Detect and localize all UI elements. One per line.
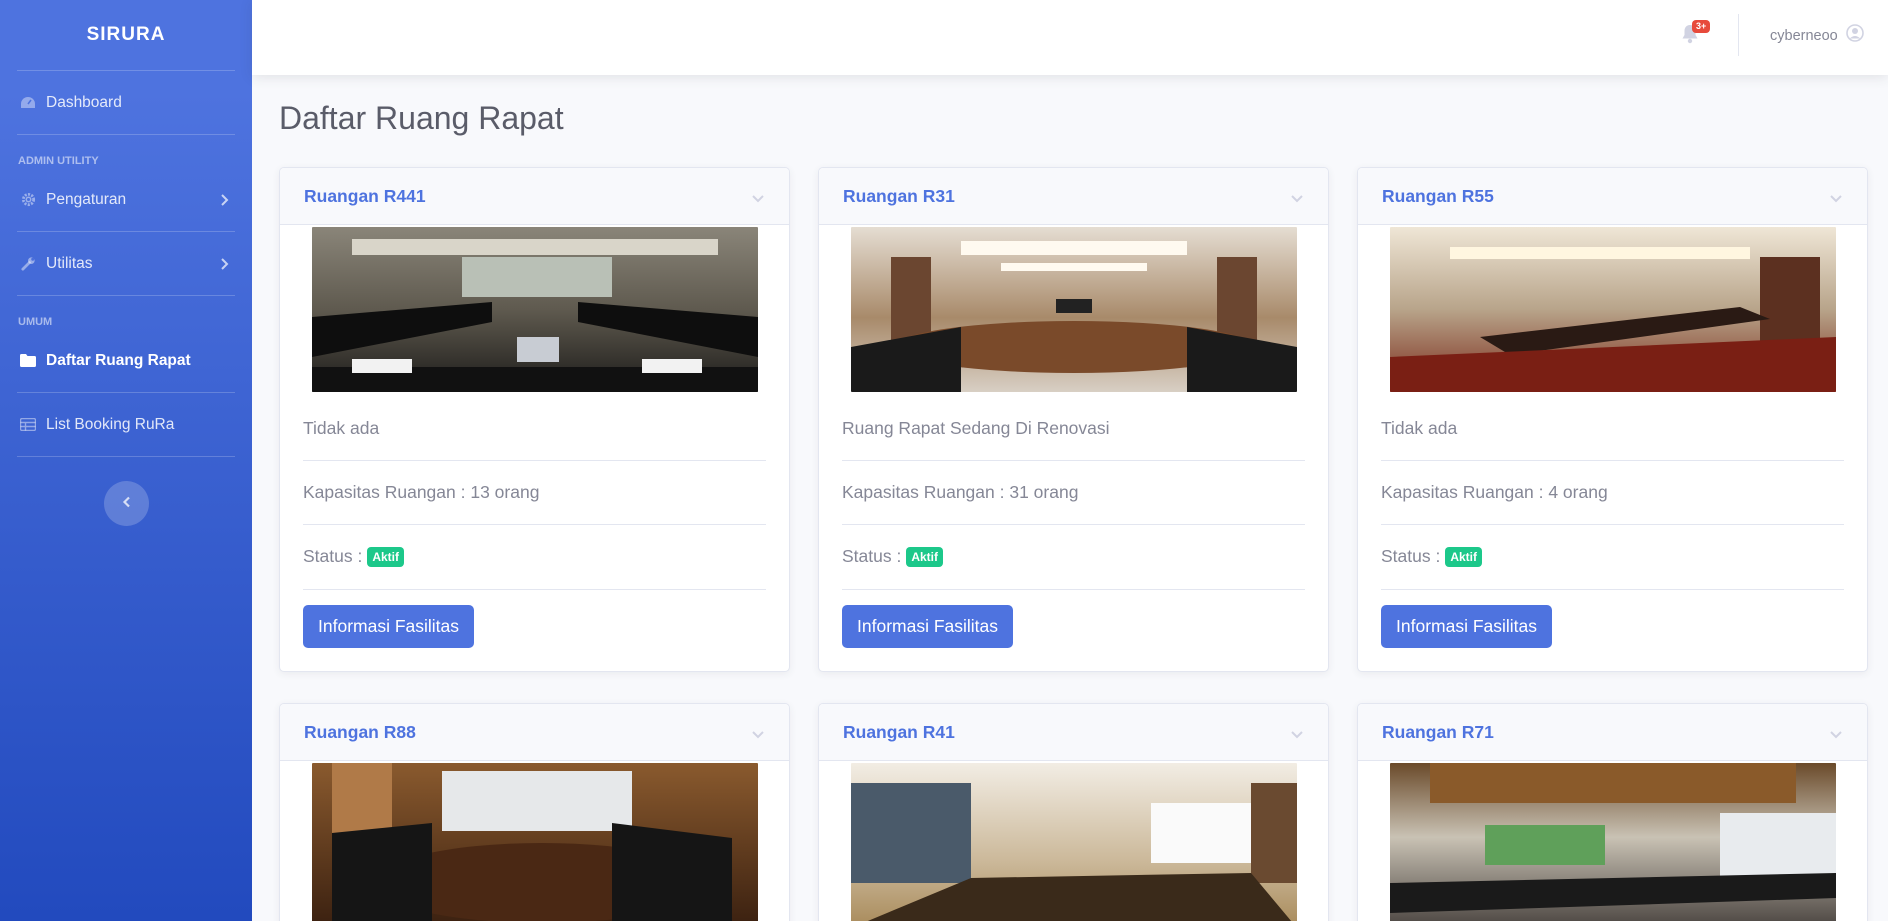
room-card: Ruangan R31 Ruang Rapat Sedang Di Renova…: [818, 167, 1329, 672]
room-image: [850, 763, 1297, 921]
room-status-row: Status : Aktif: [842, 525, 1305, 590]
gear-icon: [19, 191, 37, 209]
room-description: Ruang Rapat Sedang Di Renovasi: [842, 392, 1305, 461]
room-image: [311, 227, 758, 392]
sidebar-item-label: Daftar Ruang Rapat: [46, 351, 191, 369]
brand-logo[interactable]: SIRURA: [0, 0, 252, 70]
room-name: Ruangan R41: [843, 721, 955, 742]
chevron-down-icon[interactable]: [1829, 727, 1843, 739]
user-dropdown[interactable]: cyberneoo: [1770, 24, 1864, 47]
sidebar-item-list-booking[interactable]: List Booking RuRa: [0, 393, 252, 456]
user-circle-icon: [1845, 24, 1864, 47]
page-title: Daftar Ruang Rapat: [279, 100, 564, 136]
sidebar-item-label: Pengaturan: [46, 190, 127, 208]
sidebar-item-label: Utilitas: [46, 254, 93, 272]
card-header[interactable]: Ruangan R88: [280, 704, 789, 761]
room-card: Ruangan R88: [279, 703, 790, 921]
room-description: Tidak ada: [1381, 392, 1844, 461]
card-header[interactable]: Ruangan R441: [280, 168, 789, 225]
facility-info-button[interactable]: Informasi Fasilitas: [303, 605, 475, 648]
room-image: [1389, 763, 1836, 921]
tachometer-icon: [19, 94, 37, 112]
facility-info-button[interactable]: Informasi Fasilitas: [1381, 605, 1553, 648]
room-card: Ruangan R55 Tidak ada Kapasitas Ruangan …: [1357, 167, 1868, 672]
table-icon: [19, 416, 37, 434]
sidebar-item-label: List Booking RuRa: [46, 415, 175, 433]
status-badge: Aktif: [1445, 546, 1483, 567]
room-card: Ruangan R71: [1357, 703, 1868, 921]
chevron-left-icon: [122, 495, 132, 513]
status-label: Status :: [303, 546, 363, 566]
sidebar-toggle-button[interactable]: [104, 481, 149, 526]
status-badge: Aktif: [367, 546, 405, 567]
sidebar-heading-admin: Admin Utility: [18, 155, 99, 167]
room-name: Ruangan R55: [1382, 185, 1494, 206]
room-image: [311, 763, 758, 921]
wrench-icon: [19, 255, 37, 273]
username: cyberneoo: [1770, 27, 1838, 44]
room-image: [850, 227, 1297, 392]
card-header[interactable]: Ruangan R55: [1358, 168, 1867, 225]
room-card: Ruangan R41: [818, 703, 1329, 921]
room-name: Ruangan R31: [843, 185, 955, 206]
sidebar-item-label: Dashboard: [46, 93, 122, 111]
facility-info-button[interactable]: Informasi Fasilitas: [842, 605, 1014, 648]
sidebar-item-pengaturan[interactable]: Pengaturan: [0, 168, 252, 231]
sidebar-item-daftar-ruang-rapat[interactable]: Daftar Ruang Rapat: [0, 329, 252, 392]
room-name: Ruangan R441: [304, 185, 426, 206]
chevron-right-icon: [220, 257, 232, 271]
chevron-down-icon[interactable]: [1290, 727, 1304, 739]
sidebar-item-dashboard[interactable]: Dashboard: [0, 71, 252, 134]
chevron-down-icon[interactable]: [751, 727, 765, 739]
chevron-right-icon: [220, 193, 232, 207]
sidebar-heading-umum: Umum: [18, 316, 53, 328]
chevron-down-icon[interactable]: [1290, 191, 1304, 203]
status-badge: Aktif: [906, 546, 944, 567]
chevron-down-icon[interactable]: [1829, 191, 1843, 203]
status-label: Status :: [842, 546, 902, 566]
status-label: Status :: [1381, 546, 1441, 566]
room-capacity: Kapasitas Ruangan : 31 orang: [842, 461, 1305, 525]
room-name: Ruangan R88: [304, 721, 416, 742]
room-name: Ruangan R71: [1382, 721, 1494, 742]
room-card: Ruangan R441 Tidak ada Kapasitas Ruangan…: [279, 167, 790, 672]
sidebar-item-utilitas[interactable]: Utilitas: [0, 232, 252, 295]
topbar: 3+ cyberneoo: [252, 0, 1888, 75]
sidebar-divider: [17, 456, 235, 457]
topbar-divider: [1738, 14, 1739, 56]
room-description: Tidak ada: [303, 392, 766, 461]
sidebar: SIRURA Dashboard Admin Utility Pengatura…: [0, 0, 252, 921]
room-image: [1389, 227, 1836, 392]
room-capacity: Kapasitas Ruangan : 13 orang: [303, 461, 766, 525]
folder-icon: [19, 352, 37, 370]
card-header[interactable]: Ruangan R71: [1358, 704, 1867, 761]
chevron-down-icon[interactable]: [751, 191, 765, 203]
room-status-row: Status : Aktif: [1381, 525, 1844, 590]
card-header[interactable]: Ruangan R41: [819, 704, 1328, 761]
notification-count-badge: 3+: [1692, 20, 1711, 33]
card-header[interactable]: Ruangan R31: [819, 168, 1328, 225]
room-capacity: Kapasitas Ruangan : 4 orang: [1381, 461, 1844, 525]
room-status-row: Status : Aktif: [303, 525, 766, 590]
